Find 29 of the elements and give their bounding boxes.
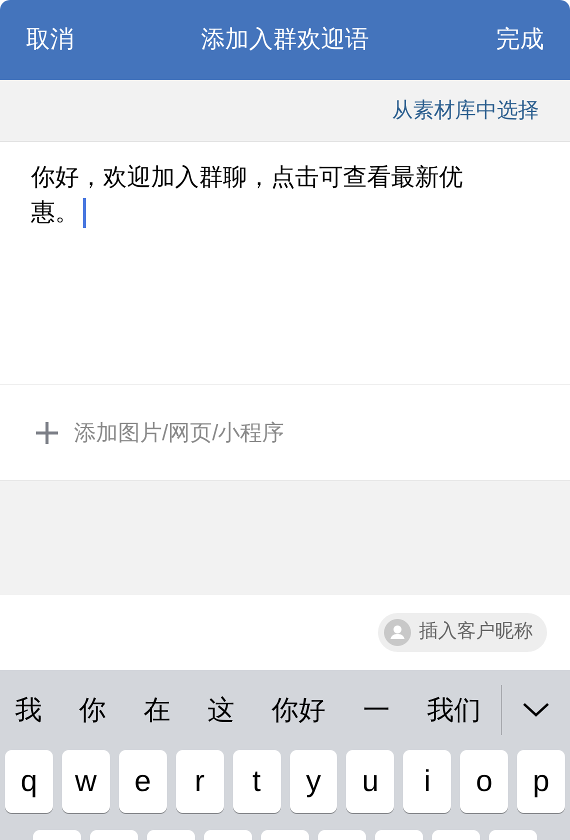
- keyboard-key[interactable]: r: [176, 750, 224, 813]
- person-icon: [384, 619, 411, 646]
- keyboard-key[interactable]: t: [232, 750, 281, 813]
- keyboard-key[interactable]: q: [5, 750, 53, 813]
- keyboard-key[interactable]: e: [118, 750, 167, 813]
- page-title: 添加入群欢迎语: [201, 25, 369, 55]
- keyboard-key[interactable]: o: [460, 750, 508, 813]
- candidate-word[interactable]: 我: [15, 690, 42, 730]
- chevron-down-icon: [523, 703, 549, 717]
- message-text-line: 惠。: [31, 198, 79, 228]
- keyboard-key[interactable]: i: [403, 750, 452, 813]
- keyboard-key[interactable]: w: [62, 750, 110, 813]
- done-button[interactable]: 完成: [496, 22, 544, 58]
- candidate-word[interactable]: 我们: [426, 690, 481, 730]
- candidate-word[interactable]: 这: [207, 690, 234, 730]
- insert-nickname-button[interactable]: 插入客户昵称: [378, 613, 547, 652]
- text-cursor-icon: [83, 198, 86, 228]
- candidate-word[interactable]: 你好: [272, 690, 326, 730]
- cancel-button[interactable]: 取消: [26, 22, 74, 58]
- keyboard-key[interactable]: u: [346, 750, 394, 813]
- library-link[interactable]: 从素材库中选择: [392, 94, 539, 126]
- keyboard-key[interactable]: y: [290, 750, 338, 813]
- plus-icon: [36, 422, 58, 444]
- message-text-line: 你好，欢迎加入群聊，点击可查看最新优: [31, 163, 463, 193]
- message-field[interactable]: 你好，欢迎加入群聊，点击可查看最新优 惠。: [0, 142, 570, 385]
- candidate-word[interactable]: 你: [79, 690, 106, 730]
- candidate-word[interactable]: 在: [143, 690, 170, 730]
- keyboard-key[interactable]: p: [517, 750, 566, 813]
- candidate-word[interactable]: 一: [362, 690, 390, 730]
